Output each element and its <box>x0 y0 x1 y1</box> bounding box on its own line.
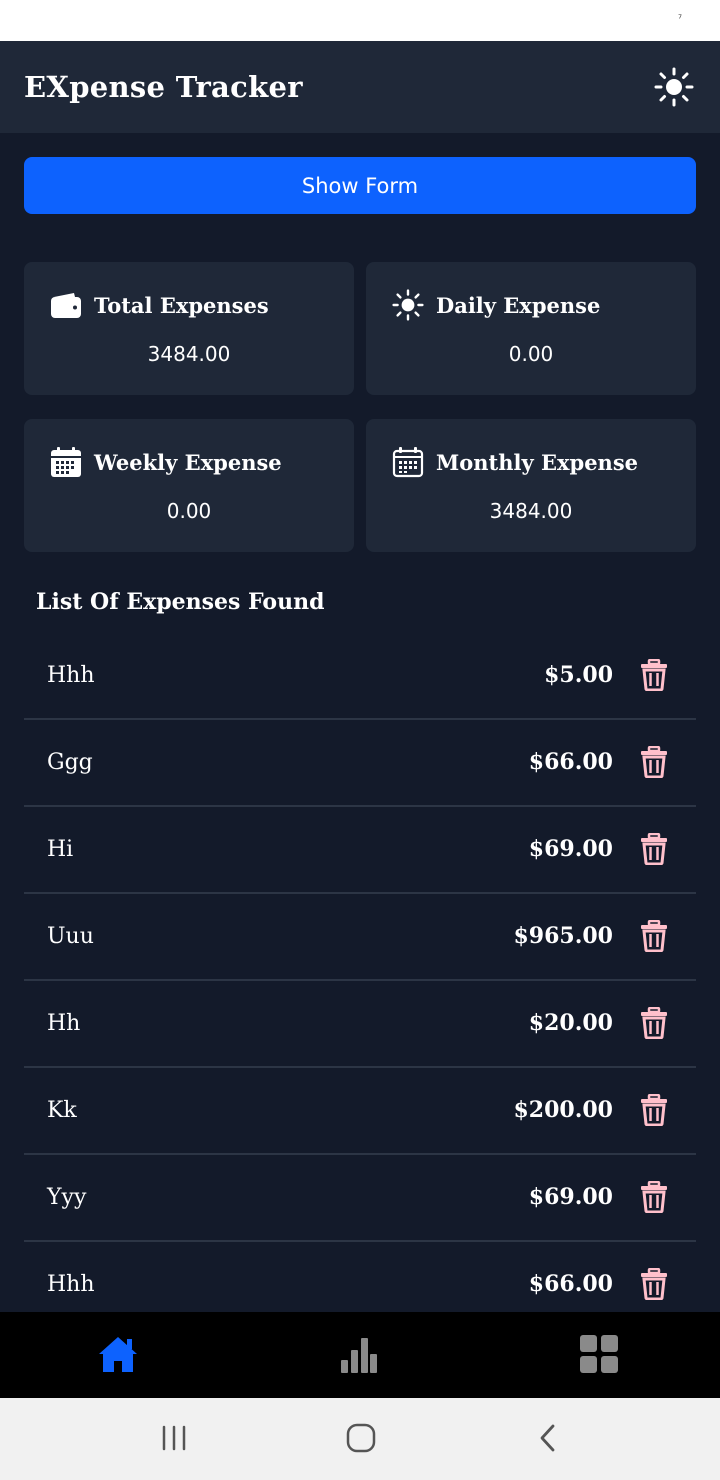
trash-icon <box>641 1094 667 1126</box>
status-indicator: ⁷ <box>677 14 682 25</box>
monthly-expense-card: Monthly Expense 3484.00 <box>366 419 696 552</box>
delete-button[interactable] <box>638 1005 670 1041</box>
delete-button[interactable] <box>638 1266 670 1302</box>
trash-icon <box>641 1268 667 1300</box>
card-title: Daily Expense <box>436 292 601 318</box>
card-title: Weekly Expense <box>94 449 282 475</box>
weekly-expense-card: Weekly Expense 0.00 <box>24 419 354 552</box>
calendar-outline-icon <box>392 446 424 478</box>
expense-name: Kk <box>47 1098 77 1123</box>
bottom-nav <box>0 1312 720 1398</box>
delete-button[interactable] <box>638 1092 670 1128</box>
card-title: Monthly Expense <box>436 449 639 475</box>
expense-name: Ggg <box>47 750 93 775</box>
card-value: 0.00 <box>508 342 554 366</box>
trash-icon <box>641 746 667 778</box>
trash-icon <box>641 920 667 952</box>
expense-amount: $66.00 <box>528 1271 613 1297</box>
expense-amount: $69.00 <box>528 836 613 862</box>
trash-icon <box>641 659 667 691</box>
list-item: Yyy $69.00 <box>24 1155 696 1242</box>
recent-apps-button[interactable] <box>144 1418 204 1458</box>
card-value: 3484.00 <box>489 499 573 523</box>
app-header: EXpense Tracker <box>0 41 720 133</box>
system-nav-bar <box>0 1398 720 1480</box>
expense-name: Uuu <box>47 924 94 949</box>
list-item: Hh $20.00 <box>24 981 696 1068</box>
back-chevron-icon <box>540 1424 555 1452</box>
recent-apps-icon <box>162 1425 186 1451</box>
list-item: Uuu $965.00 <box>24 894 696 981</box>
back-button[interactable] <box>518 1418 578 1458</box>
delete-button[interactable] <box>638 1179 670 1215</box>
total-expenses-card: Total Expenses 3484.00 <box>24 262 354 395</box>
expense-name: Hhh <box>47 663 95 688</box>
home-icon <box>99 1337 137 1372</box>
expense-name: Hh <box>47 1011 81 1036</box>
trash-icon <box>641 1007 667 1039</box>
expense-amount: $5.00 <box>544 662 613 688</box>
nav-stats[interactable] <box>329 1324 389 1384</box>
card-value: 3484.00 <box>147 342 231 366</box>
expense-amount: $66.00 <box>528 749 613 775</box>
sun-icon <box>654 67 694 107</box>
list-item: Kk $200.00 <box>24 1068 696 1155</box>
delete-button[interactable] <box>638 831 670 867</box>
expense-amount: $965.00 <box>513 923 613 949</box>
trash-icon <box>641 1181 667 1213</box>
main-content: Show Form Total Expenses 3484.00 Daily E… <box>24 133 696 1312</box>
home-circle-icon <box>346 1423 376 1453</box>
app-title: EXpense Tracker <box>24 70 303 104</box>
delete-button[interactable] <box>638 744 670 780</box>
daily-expense-card: Daily Expense 0.00 <box>366 262 696 395</box>
delete-button[interactable] <box>638 918 670 954</box>
expense-name: Yyy <box>47 1185 87 1210</box>
nav-grid[interactable] <box>569 1324 629 1384</box>
trash-icon <box>641 833 667 865</box>
expense-list: Hhh $5.00 Ggg $66.00 Hi $69.00 Uuu $965.… <box>24 633 696 1312</box>
delete-button[interactable] <box>638 657 670 693</box>
expense-name: Hi <box>47 837 74 862</box>
bar-chart-icon <box>341 1338 377 1373</box>
list-item: Hhh $5.00 <box>24 633 696 720</box>
grid-icon <box>580 1335 618 1373</box>
sun-icon <box>392 289 424 321</box>
status-bar: ⁷ <box>0 0 720 41</box>
expense-list-heading: List Of Expenses Found <box>36 589 325 615</box>
theme-toggle-button[interactable] <box>652 65 696 109</box>
expense-amount: $69.00 <box>528 1184 613 1210</box>
card-value: 0.00 <box>166 499 212 523</box>
show-form-button[interactable]: Show Form <box>24 157 696 214</box>
list-item: Ggg $66.00 <box>24 720 696 807</box>
card-title: Total Expenses <box>94 292 269 318</box>
expense-name: Hhh <box>47 1272 95 1297</box>
home-system-button[interactable] <box>331 1418 391 1458</box>
nav-home[interactable] <box>88 1324 148 1384</box>
list-item: Hhh $66.00 <box>24 1242 696 1312</box>
calendar-filled-icon <box>50 446 82 478</box>
expense-amount: $200.00 <box>513 1097 613 1123</box>
expense-amount: $20.00 <box>528 1010 613 1036</box>
wallet-icon <box>50 289 82 321</box>
list-item: Hi $69.00 <box>24 807 696 894</box>
